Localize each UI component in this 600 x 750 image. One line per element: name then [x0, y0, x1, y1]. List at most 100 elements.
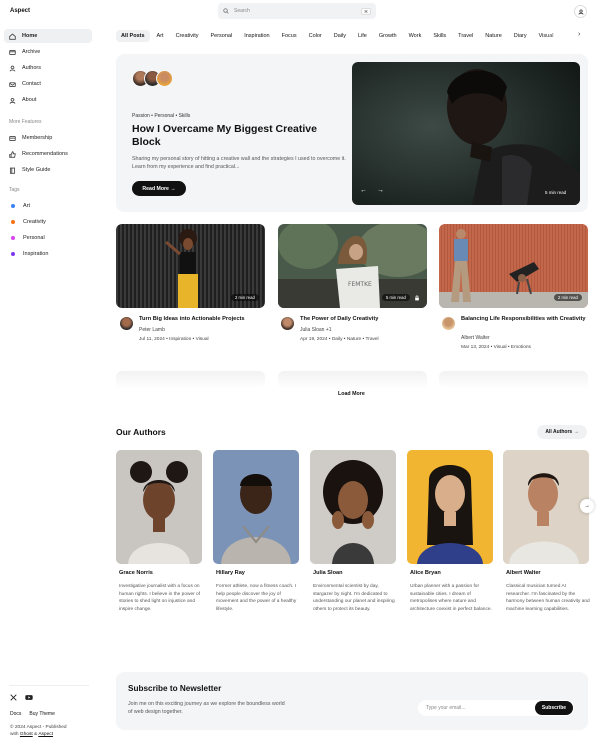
- copyright-amp: &: [34, 732, 38, 737]
- tab-focus[interactable]: Focus: [277, 30, 302, 42]
- sidebar-tag-personal[interactable]: Personal: [4, 231, 92, 245]
- sidebar-tag-creativity[interactable]: Creativity: [4, 215, 92, 229]
- home-icon: [9, 32, 16, 40]
- tab-travel[interactable]: Travel: [453, 30, 478, 42]
- post-title[interactable]: The Power of Daily Creativity: [300, 316, 425, 323]
- copyright: © 2024 Aspect - Published with Ghost & A…: [10, 724, 100, 738]
- category-tabs: All Posts Art Creativity Personal Inspir…: [116, 28, 576, 43]
- ghost-link[interactable]: Ghost: [20, 732, 33, 737]
- author-bio: Former athlete, now a fitness coach. I h…: [216, 584, 297, 612]
- membership-icon: [9, 135, 16, 141]
- read-more-button[interactable]: Read More →: [132, 181, 186, 196]
- user-icon: [578, 9, 583, 15]
- post-author[interactable]: Julia Sloan +1: [300, 327, 332, 333]
- avatar[interactable]: [156, 70, 173, 87]
- author-photo[interactable]: [503, 450, 589, 564]
- authors-carousel-next[interactable]: →: [580, 499, 594, 513]
- featured-post-excerpt: Sharing my personal story of hitting a c…: [132, 156, 346, 170]
- sidebar-divider: [9, 685, 89, 686]
- tab-nature[interactable]: Nature: [480, 30, 507, 42]
- tab-inspiration[interactable]: Inspiration: [239, 30, 274, 42]
- footer-link-buy-theme[interactable]: Buy Theme: [29, 711, 54, 717]
- search-placeholder: Search: [234, 8, 250, 14]
- sidebar-item-home[interactable]: Home: [4, 29, 92, 43]
- sidebar-item-contact[interactable]: Contact: [4, 77, 92, 91]
- tab-work[interactable]: Work: [404, 30, 427, 42]
- hero-carousel-arrows: ← →: [360, 187, 384, 194]
- tab-personal[interactable]: Personal: [206, 30, 238, 42]
- sidebar-tag-inspiration[interactable]: Inspiration: [4, 247, 92, 261]
- chevron-right-icon[interactable]: ›: [578, 31, 580, 38]
- author-name[interactable]: Albert Walter: [506, 570, 541, 576]
- featured-authors-avatars: [132, 70, 173, 87]
- tabs-fade: [545, 28, 577, 43]
- featured-post-image[interactable]: [352, 62, 580, 205]
- sidebar-item-label: Authors: [22, 65, 41, 71]
- sidebar-item-about[interactable]: About: [4, 93, 92, 107]
- tab-skills[interactable]: Skills: [428, 30, 451, 42]
- book-icon: [9, 167, 16, 174]
- load-more-button[interactable]: Load More: [338, 391, 365, 397]
- sidebar-item-label: About: [22, 97, 37, 103]
- sidebar-item-label: Contact: [22, 81, 41, 87]
- sidebar-item-label: Home: [22, 33, 38, 39]
- tag-color-dot: [11, 252, 15, 256]
- arrow-left-icon[interactable]: ←: [360, 187, 367, 194]
- all-authors-button[interactable]: All Authors →: [537, 425, 587, 439]
- youtube-icon[interactable]: [25, 694, 33, 701]
- author-bio: Classical musician turned AI researcher.…: [506, 584, 590, 612]
- featured-post-title[interactable]: How I Overcame My Biggest Creative Block: [132, 123, 347, 149]
- post-meta: Jul 11, 2024 • Inspiration • Visual: [139, 337, 209, 342]
- subscribe-button[interactable]: Subscribe: [535, 701, 573, 715]
- x-twitter-icon[interactable]: [10, 694, 17, 701]
- svg-text:FEMTKE: FEMTKE: [348, 281, 372, 288]
- tab-all-posts[interactable]: All Posts: [116, 29, 150, 42]
- tab-creativity[interactable]: Creativity: [171, 30, 204, 42]
- post-author[interactable]: Peter Lamb: [139, 327, 165, 333]
- avatar[interactable]: [442, 317, 455, 330]
- mail-icon: [9, 81, 16, 87]
- aspect-link[interactable]: Aspect: [38, 732, 53, 737]
- post-meta: Mar 13, 2024 • Visual • Emotions: [461, 345, 531, 350]
- sidebar-item-archive[interactable]: Archive: [4, 45, 92, 59]
- featured-post-categories[interactable]: Passion • Personal • Skills: [132, 113, 190, 119]
- tab-color[interactable]: Color: [304, 30, 327, 42]
- sidebar-tag-art[interactable]: Art: [4, 199, 92, 213]
- arrow-right-icon[interactable]: →: [377, 187, 384, 194]
- author-photo[interactable]: [310, 450, 396, 564]
- search-icon: [223, 8, 229, 14]
- featured-read-time: 5 min read: [545, 190, 567, 195]
- brand-logo[interactable]: Aspect: [10, 8, 30, 14]
- author-photo[interactable]: [116, 450, 202, 564]
- read-time-badge: 5 min read: [382, 294, 410, 301]
- newsletter-description: Join me on this exciting journey as we e…: [128, 701, 285, 715]
- avatar[interactable]: [281, 317, 294, 330]
- author-photo[interactable]: [407, 450, 493, 564]
- footer-links: Docs Buy Theme: [10, 711, 55, 717]
- tab-diary[interactable]: Diary: [509, 30, 532, 42]
- search-bar[interactable]: Search ⌘: [218, 3, 376, 19]
- account-button[interactable]: [574, 5, 587, 18]
- sidebar-item-membership[interactable]: Membership: [4, 131, 92, 145]
- post-title[interactable]: Turn Big Ideas into Actionable Projects: [139, 316, 264, 323]
- tab-art[interactable]: Art: [152, 30, 169, 42]
- sidebar-item-style-guide[interactable]: Style Guide: [4, 163, 92, 177]
- author-bio: Urban planner with a passion for sustain…: [410, 584, 492, 612]
- tab-life[interactable]: Life: [353, 30, 372, 42]
- post-title[interactable]: Balancing Life Responsibilities with Cre…: [461, 316, 586, 323]
- tab-daily[interactable]: Daily: [329, 30, 351, 42]
- author-name[interactable]: Grace Norris: [119, 570, 153, 576]
- sidebar-item-authors[interactable]: Authors: [4, 61, 92, 75]
- avatar[interactable]: [120, 317, 133, 330]
- author-name[interactable]: Julia Sloan: [313, 570, 343, 576]
- author-bio: Environmental scientist by day, stargaze…: [313, 584, 395, 612]
- archive-icon: [9, 49, 16, 55]
- author-name[interactable]: Hillary Ray: [216, 570, 245, 576]
- author-name[interactable]: Alice Bryan: [410, 570, 441, 576]
- footer-link-docs[interactable]: Docs: [10, 711, 21, 717]
- sidebar-item-recommendations[interactable]: Recommendations: [4, 147, 92, 161]
- post-author[interactable]: Albert Walter: [461, 335, 490, 341]
- sidebar-item-label: Personal: [23, 235, 45, 241]
- author-photo[interactable]: [213, 450, 299, 564]
- tab-growth[interactable]: Growth: [374, 30, 402, 42]
